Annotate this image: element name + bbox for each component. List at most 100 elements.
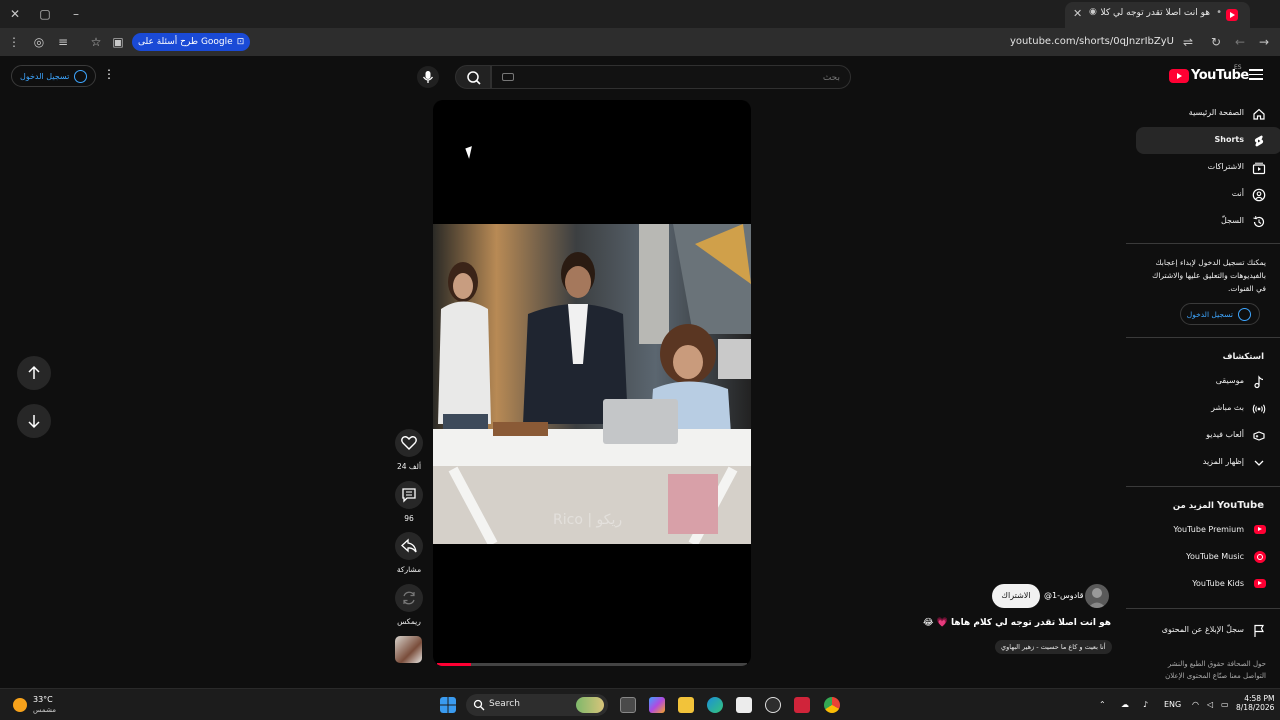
tab-title: هو انت اصلا تقدر توجه لي كلا... <box>1100 8 1210 18</box>
live-icon <box>1252 404 1266 414</box>
comment-count: 96 <box>404 514 414 523</box>
back-icon[interactable]: → <box>1255 33 1273 51</box>
guide-item-report-history[interactable]: سجلّ الإبلاغ عن المحتوى <box>1136 617 1280 644</box>
guide-item-youtube-premium[interactable]: YouTube Premium <box>1136 517 1280 544</box>
ask-google-chip[interactable]: طرح أسئلة على Google ⊡ <box>132 33 251 51</box>
battery-icon[interactable]: ▭ <box>1221 700 1229 709</box>
account-icon <box>1238 308 1251 321</box>
guide-item-label: YouTube Premium <box>1173 525 1244 534</box>
next-short-button[interactable] <box>17 404 51 438</box>
music-note-icon <box>1254 375 1264 389</box>
guide-item-youtube-kids[interactable]: YouTube Kids <box>1136 571 1280 598</box>
heart-icon <box>401 436 417 450</box>
guide-item-show-more[interactable]: إظهار المزيد <box>1136 449 1280 476</box>
task-view-icon[interactable] <box>620 697 636 713</box>
microsoft-store-icon[interactable] <box>736 697 752 713</box>
browser-tab[interactable]: ✕ ◉ هو انت اصلا تقدر توجه لي كلا... • <box>1065 2 1250 28</box>
weather-sun-icon[interactable] <box>13 698 27 712</box>
share-action[interactable]: مشاركة <box>395 532 423 574</box>
tray-chevron-icon[interactable]: ⌃ <box>1099 700 1106 709</box>
reading-list-icon[interactable]: ≡ <box>54 33 72 51</box>
volume-icon[interactable]: ◁ <box>1207 700 1213 709</box>
weather-condition[interactable]: مشمس <box>33 706 56 714</box>
forward-icon[interactable]: ← <box>1231 33 1249 51</box>
windows-start-icon[interactable] <box>440 697 456 713</box>
edge-browser-icon[interactable] <box>707 697 723 713</box>
taskbar-search[interactable]: Search <box>466 694 608 716</box>
file-explorer-icon[interactable] <box>678 697 694 713</box>
like-button[interactable] <box>395 429 423 457</box>
install-app-icon[interactable]: ▣ <box>109 33 127 51</box>
channel-handle[interactable]: @قادوس-1 <box>1044 591 1083 600</box>
youtube-favicon-icon <box>1226 9 1238 21</box>
more-heading-brand: YouTube <box>1216 500 1264 511</box>
like-action[interactable]: 24 ألف <box>395 429 423 471</box>
url-text[interactable]: youtube.com/shorts/0qJnzrIbZyU <box>1010 36 1174 47</box>
guide-item-live[interactable]: بث مباشر <box>1136 395 1280 422</box>
more-vert-icon[interactable]: ⋮ <box>5 33 23 51</box>
guide-divider <box>1126 608 1280 609</box>
search-input[interactable] <box>520 70 840 85</box>
remix-label: ريمكس <box>397 617 421 626</box>
language-indicator[interactable]: ENG <box>1164 700 1181 709</box>
settings-menu-icon[interactable]: ⋮ <box>103 67 115 81</box>
guide-signin-button[interactable]: تسجيل الدخول <box>1180 303 1260 325</box>
remix-action[interactable]: ريمكس <box>395 584 423 626</box>
taskbar-clock[interactable]: 4:58 PM 8/18/2026 <box>1236 694 1274 712</box>
guide-item-label: سجلّ الإبلاغ عن المحتوى <box>1161 625 1244 634</box>
remix-button[interactable] <box>395 584 423 612</box>
history-icon <box>1253 216 1265 228</box>
app-pocket-icon[interactable] <box>794 697 810 713</box>
guide-item-youtube-music[interactable]: YouTube Music <box>1136 544 1280 571</box>
guide-item-shorts[interactable]: Shorts <box>1136 127 1280 154</box>
window-close-icon[interactable]: ✕ <box>5 4 25 24</box>
guide-item-music[interactable]: موسيقى <box>1136 368 1280 395</box>
guide-item-gaming[interactable]: ألعاب فيديو <box>1136 422 1280 449</box>
window-maximize-icon[interactable]: ▢ <box>35 4 55 24</box>
search-box[interactable] <box>491 65 851 89</box>
comment-button[interactable] <box>395 481 423 509</box>
window-minimize-icon[interactable]: – <box>66 4 86 24</box>
footer-links-2[interactable]: التواصل معنا صنّاع المحتوى الإعلان <box>1140 670 1266 682</box>
youtube-logo[interactable]: YouTube ES <box>1169 64 1249 83</box>
chrome-browser-icon[interactable] <box>824 697 840 713</box>
comment-action[interactable]: 96 <box>395 481 423 523</box>
guide-item-home[interactable]: الصفحة الرئيسية <box>1136 100 1280 127</box>
keyboard-icon[interactable] <box>502 73 514 81</box>
copilot-icon[interactable] <box>649 697 665 713</box>
guide-item-label: Shorts <box>1214 135 1244 144</box>
you-icon <box>1252 188 1266 202</box>
subscribe-button[interactable]: الاشتراك <box>992 584 1040 608</box>
previous-short-button[interactable] <box>17 356 51 390</box>
voice-search-button[interactable] <box>417 66 439 88</box>
shorts-player[interactable]: Rico | ريكو <box>433 100 751 666</box>
site-settings-icon[interactable]: ⇌ <box>1179 33 1197 51</box>
tab-audio-icon[interactable]: ◉ <box>1089 7 1097 17</box>
footer-links-1[interactable]: حول الصحافة حقوق الطبع والنشر <box>1140 658 1266 670</box>
microphone-tray-icon[interactable]: ♪ <box>1143 700 1148 709</box>
video-progress-bar[interactable] <box>437 663 747 666</box>
signin-button[interactable]: تسجيل الدخول <box>11 65 97 87</box>
sound-chip[interactable]: أنا بعيت و كاع ما حسيت - زهير البهاوي <box>995 640 1112 654</box>
tab-close-icon[interactable]: ✕ <box>1073 7 1082 20</box>
guide-item-history[interactable]: السجلّ <box>1136 208 1280 235</box>
weather-temperature[interactable]: 33°C <box>33 695 53 704</box>
sound-thumbnail[interactable] <box>395 636 422 663</box>
guide-item-label: موسيقى <box>1215 376 1244 385</box>
guide-item-you[interactable]: أنت <box>1136 181 1280 208</box>
search-button[interactable] <box>455 65 491 89</box>
onedrive-cloud-icon[interactable]: ☁ <box>1121 700 1129 709</box>
wifi-icon[interactable]: ◠ <box>1192 700 1199 709</box>
guide-item-subscriptions[interactable]: الاشتراكات <box>1136 154 1280 181</box>
guide-item-label: YouTube Kids <box>1192 579 1244 588</box>
channel-avatar[interactable] <box>1085 584 1109 608</box>
guide-menu-icon[interactable] <box>1249 69 1263 83</box>
bookmark-star-icon[interactable]: ☆ <box>87 33 105 51</box>
settings-gear-icon[interactable] <box>765 697 781 713</box>
video-frame[interactable]: Rico | ريكو <box>433 224 751 544</box>
reload-icon[interactable]: ↻ <box>1207 33 1225 51</box>
lens-icon[interactable]: ◎ <box>30 33 48 51</box>
guide-footer: حول الصحافة حقوق الطبع والنشر التواصل مع… <box>1140 658 1266 682</box>
share-button[interactable] <box>395 532 423 560</box>
arrow-up-icon <box>28 365 40 379</box>
